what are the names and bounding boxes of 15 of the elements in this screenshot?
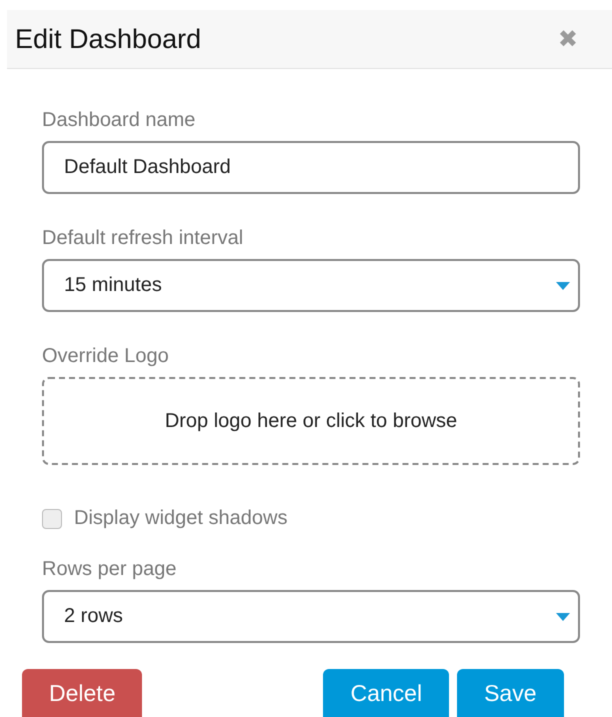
field-label: Override Logo	[42, 345, 170, 368]
checkbox[interactable]	[42, 508, 62, 528]
drop-zone-hint: Drop logo here or click to browse	[164, 410, 458, 432]
field-label: Default refresh interval	[42, 227, 244, 250]
delete-button[interactable]: Delete	[22, 669, 142, 717]
field-label: Dashboard name	[42, 109, 196, 132]
select-dropdown[interactable]: 15 minutes	[42, 259, 580, 312]
caret-icon	[556, 282, 570, 290]
input-field[interactable]: Default Dashboard	[42, 141, 580, 194]
caret-icon	[556, 612, 570, 620]
field-label: Rows per page	[42, 558, 178, 581]
dialog-title: Edit Dashboard	[15, 24, 202, 54]
checkbox-label: Display widget shadows	[74, 507, 288, 530]
drop-zone[interactable]: Drop logo here or click to browse	[42, 377, 580, 465]
select-dropdown[interactable]: 2 rows	[42, 590, 580, 643]
